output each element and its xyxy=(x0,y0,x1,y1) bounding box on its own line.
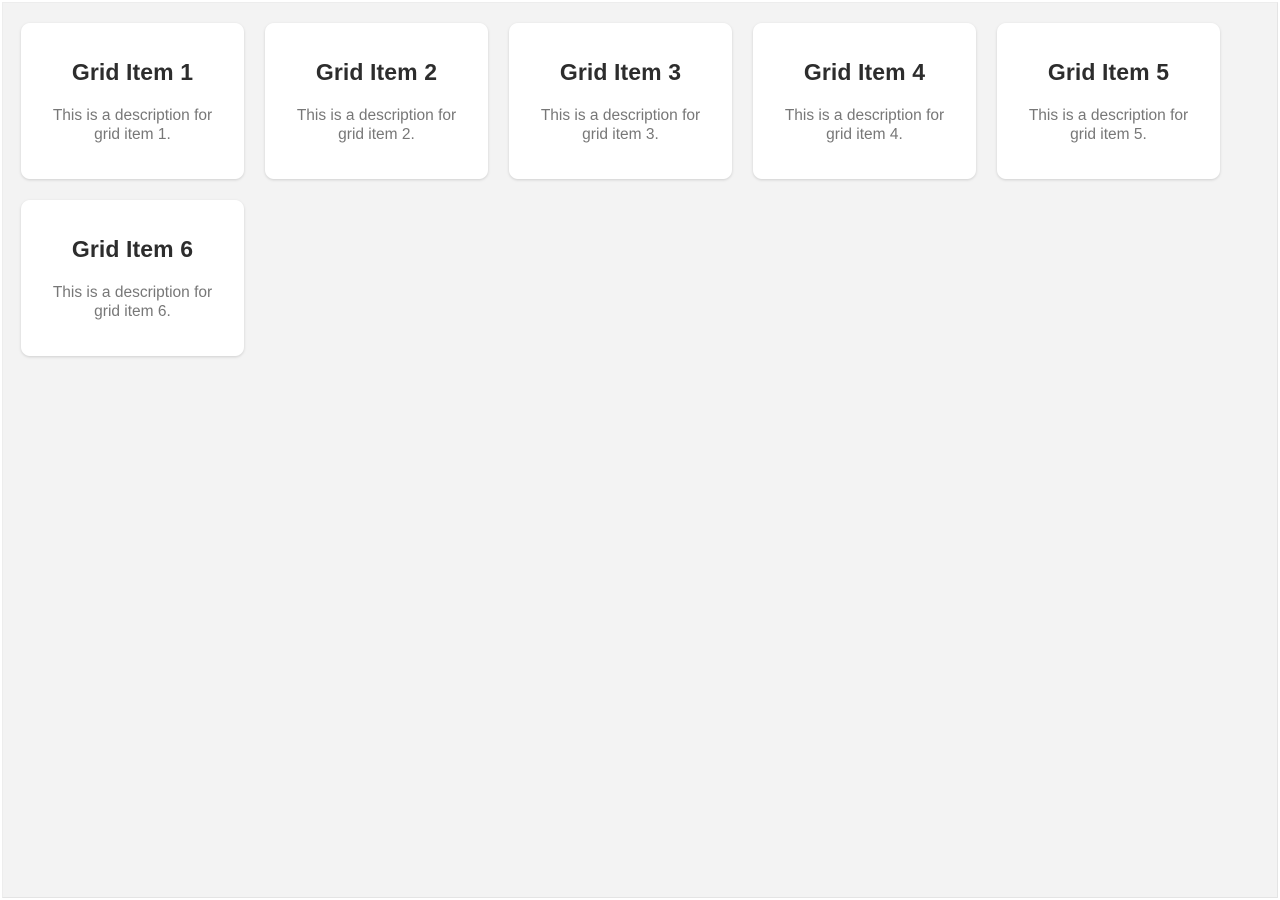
card-title: Grid Item 5 xyxy=(1047,59,1170,85)
card-title: Grid Item 4 xyxy=(803,59,926,85)
grid-card[interactable]: Grid Item 4 This is a description for gr… xyxy=(753,23,976,179)
card-description: This is a description for grid item 1. xyxy=(52,107,213,144)
grid-card[interactable]: Grid Item 2 This is a description for gr… xyxy=(265,23,488,179)
grid-card[interactable]: Grid Item 1 This is a description for gr… xyxy=(21,23,244,179)
card-description: This is a description for grid item 4. xyxy=(784,107,945,144)
grid-card[interactable]: Grid Item 3 This is a description for gr… xyxy=(509,23,732,179)
card-title: Grid Item 3 xyxy=(559,59,682,85)
card-title: Grid Item 2 xyxy=(315,59,438,85)
grid-card[interactable]: Grid Item 5 This is a description for gr… xyxy=(997,23,1220,179)
card-title: Grid Item 1 xyxy=(71,59,194,85)
page-viewport: Grid Item 1 This is a description for gr… xyxy=(2,2,1278,898)
page-frame: Grid Item 1 This is a description for gr… xyxy=(0,0,1280,900)
card-title: Grid Item 6 xyxy=(71,236,194,262)
grid-card[interactable]: Grid Item 6 This is a description for gr… xyxy=(21,200,244,356)
card-grid: Grid Item 1 This is a description for gr… xyxy=(3,3,1277,376)
card-description: This is a description for grid item 5. xyxy=(1028,107,1189,144)
card-description: This is a description for grid item 6. xyxy=(52,284,213,321)
card-description: This is a description for grid item 2. xyxy=(296,107,457,144)
card-description: This is a description for grid item 3. xyxy=(540,107,701,144)
